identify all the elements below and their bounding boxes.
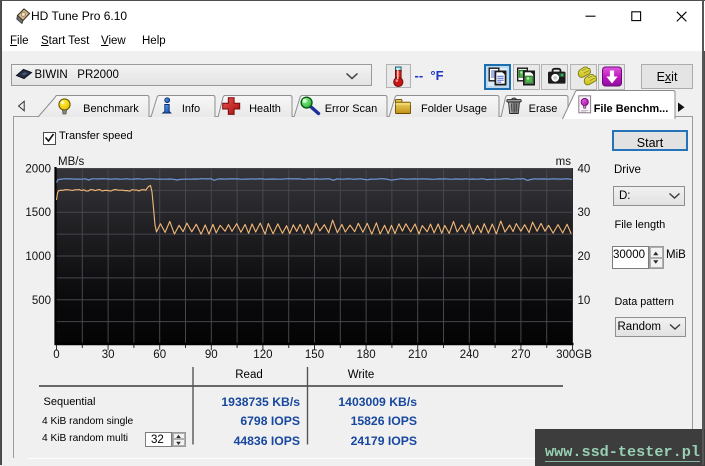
svg-text:40: 40	[578, 164, 591, 176]
svg-text:240: 240	[460, 349, 479, 361]
svg-text:300GB: 300GB	[556, 349, 592, 361]
svg-text:270: 270	[511, 349, 530, 361]
svg-text:10: 10	[578, 295, 591, 307]
svg-text:150: 150	[305, 349, 324, 361]
svg-text:90: 90	[205, 349, 218, 361]
svg-text:30: 30	[102, 349, 115, 361]
svg-text:500: 500	[32, 295, 51, 307]
svg-text:180: 180	[357, 349, 376, 361]
svg-text:MB/s: MB/s	[58, 156, 84, 168]
svg-text:120: 120	[253, 349, 272, 361]
svg-text:1000: 1000	[25, 251, 51, 263]
svg-text:0: 0	[53, 349, 59, 361]
svg-text:60: 60	[153, 349, 166, 361]
svg-text:210: 210	[408, 349, 427, 361]
svg-text:20: 20	[578, 251, 591, 263]
svg-text:30: 30	[578, 207, 591, 219]
svg-text:2000: 2000	[25, 164, 51, 176]
svg-text:1500: 1500	[25, 207, 51, 219]
svg-text:ms: ms	[556, 156, 572, 168]
